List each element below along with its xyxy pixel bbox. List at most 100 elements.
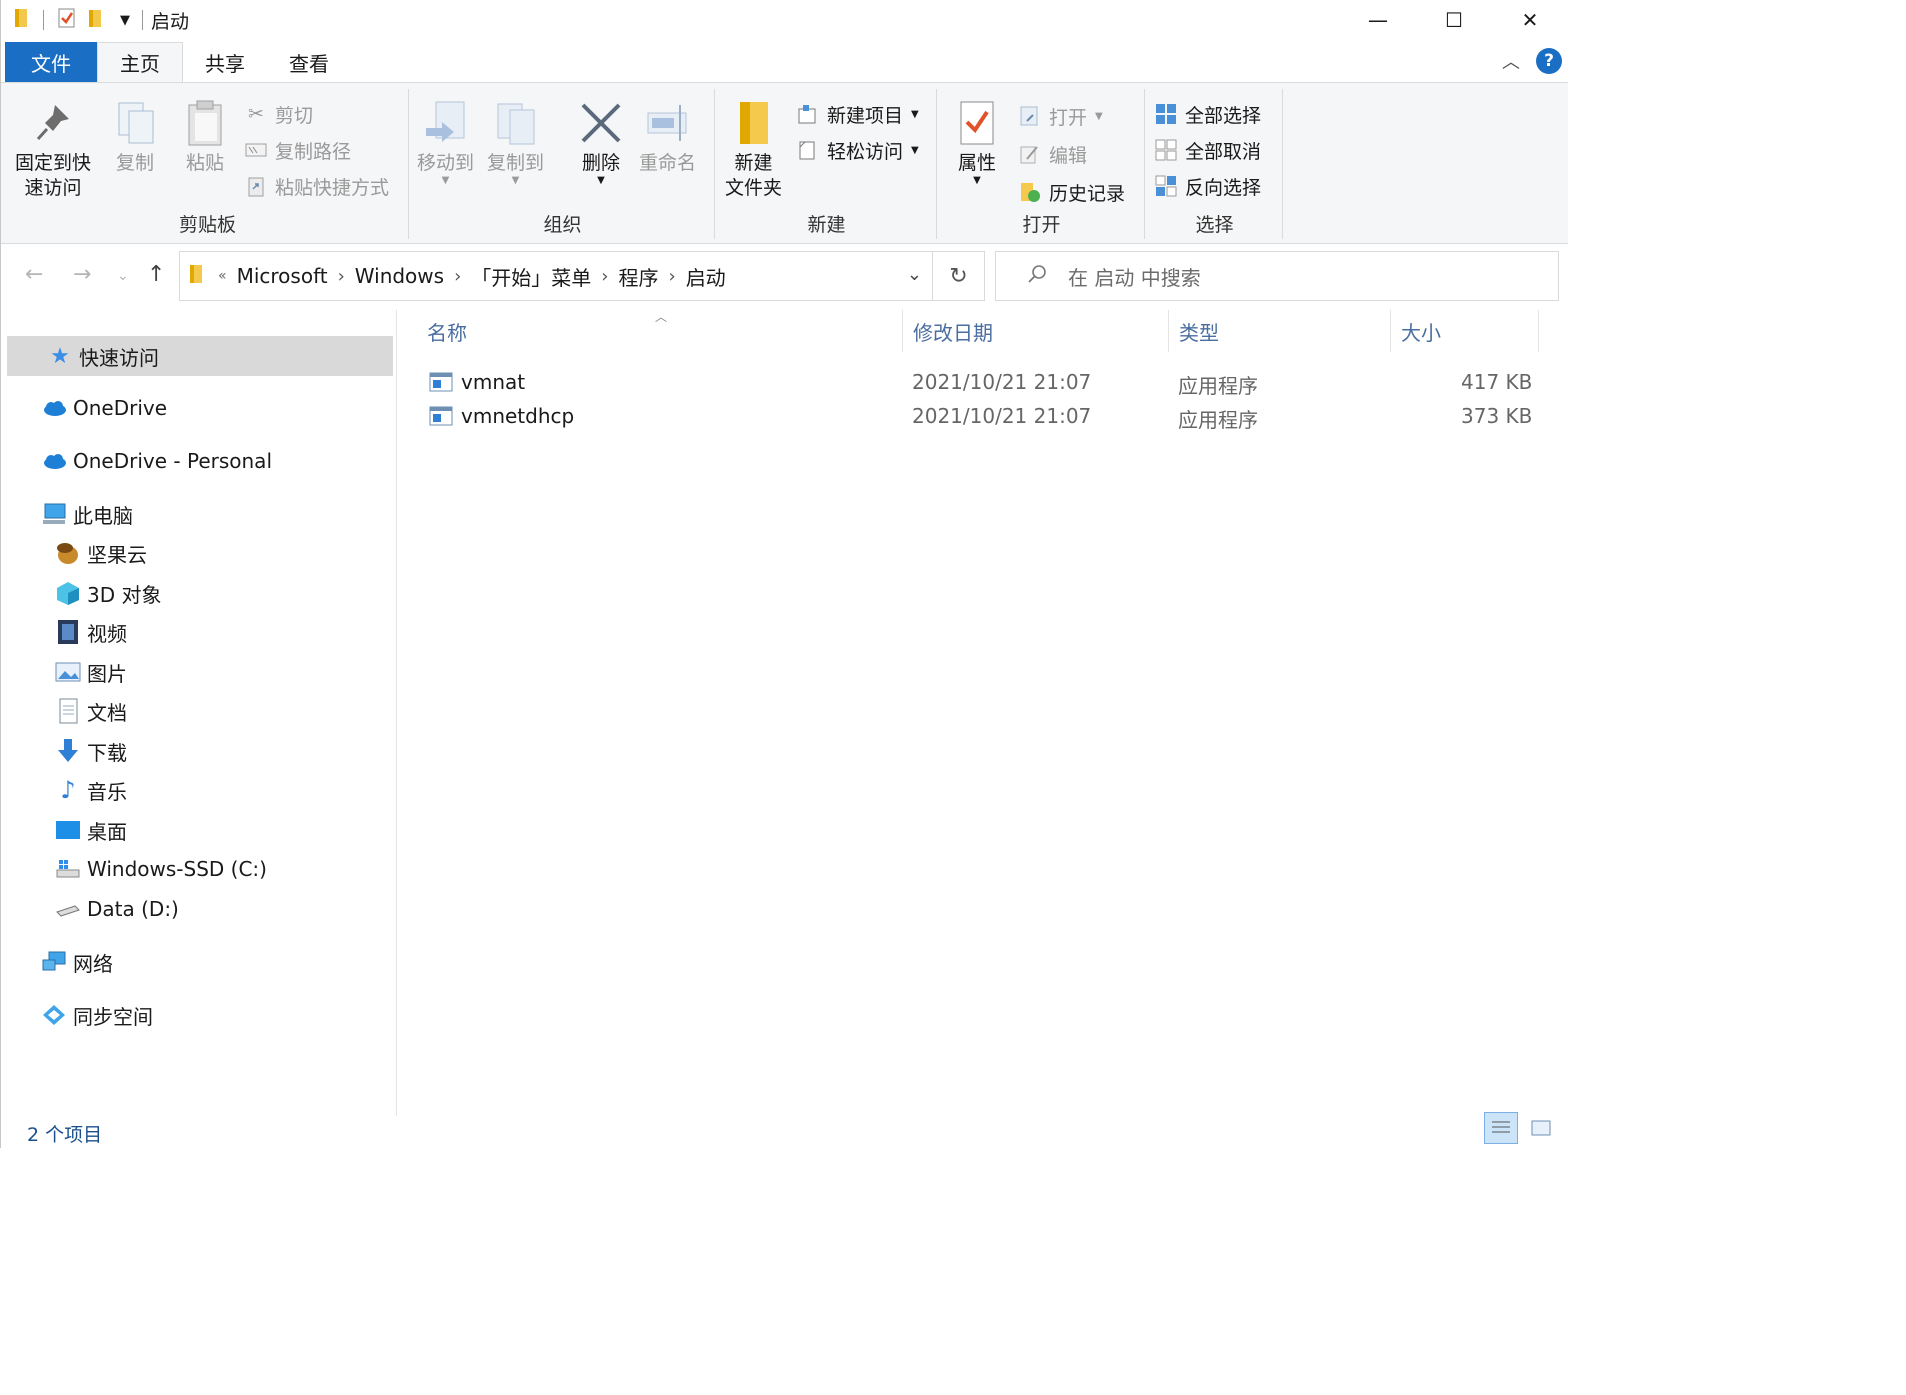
nav-item-3d-objects[interactable]: 3D 对象: [55, 573, 161, 613]
breadcrumb-chevron-icon[interactable]: ›: [601, 266, 608, 287]
tab-share[interactable]: 共享: [183, 42, 267, 82]
open-label: 打开: [1049, 106, 1088, 129]
new-item-icon: [797, 103, 819, 125]
document-icon: [55, 698, 81, 724]
nav-item-drive-c[interactable]: Windows-SSD (C:): [55, 849, 267, 889]
breadcrumb-overflow[interactable]: «: [218, 268, 227, 284]
nav-item-pictures[interactable]: 图片: [55, 652, 127, 692]
nav-item-documents[interactable]: 文档: [55, 691, 127, 731]
nav-label: 同步空间: [73, 1004, 153, 1029]
move-to-button[interactable]: 移动到 ▼: [417, 97, 474, 186]
paste-button[interactable]: 粘贴: [181, 97, 229, 176]
invert-selection-label: 反向选择: [1185, 176, 1262, 199]
nav-item-onedrive-personal[interactable]: OneDrive - Personal: [41, 441, 272, 481]
file-row[interactable]: vmnat 2021/10/21 21:07 应用程序 417 KB: [399, 366, 1539, 400]
collapse-ribbon-icon[interactable]: ︿: [1502, 48, 1520, 74]
help-icon[interactable]: ?: [1536, 48, 1562, 74]
breadcrumb-chevron-icon[interactable]: ›: [668, 266, 675, 287]
open-button[interactable]: 打开 ▼: [1019, 101, 1103, 131]
move-to-icon: [422, 97, 470, 149]
breadcrumb-windows[interactable]: Windows: [355, 264, 444, 288]
copy-to-button[interactable]: 复制到 ▼: [487, 97, 544, 186]
nav-item-desktop[interactable]: 桌面: [55, 810, 127, 850]
nav-label: OneDrive: [73, 396, 168, 420]
desktop-icon: [55, 817, 81, 843]
back-arrow-icon[interactable]: ←: [25, 262, 43, 287]
copy-path-button[interactable]: 复制路径: [245, 135, 351, 165]
search-placeholder: 在 启动 中搜索: [1068, 265, 1201, 290]
view-toggle: [1484, 1112, 1558, 1144]
file-type: 应用程序: [1178, 408, 1258, 432]
nav-item-nutstore[interactable]: 坚果云: [55, 533, 147, 573]
new-folder-qa-icon[interactable]: [86, 7, 106, 33]
column-header-type[interactable]: 类型: [1169, 310, 1391, 352]
column-header-date[interactable]: 修改日期: [903, 310, 1169, 352]
tab-file[interactable]: 文件: [5, 42, 97, 82]
cloud-icon: [41, 448, 67, 474]
breadcrumb-chevron-icon[interactable]: ›: [338, 266, 345, 287]
refresh-icon[interactable]: ↻: [933, 251, 985, 301]
copy-button[interactable]: 复制: [111, 97, 159, 176]
tab-home[interactable]: 主页: [97, 42, 183, 82]
minimize-button[interactable]: —: [1340, 0, 1416, 40]
easy-access-button[interactable]: 轻松访问 ▼: [797, 135, 919, 165]
pin-quick-access-button[interactable]: 固定到快 速访问: [15, 97, 91, 201]
network-icon: [41, 949, 67, 975]
tab-view[interactable]: 查看: [267, 42, 351, 82]
invert-selection-button[interactable]: 反向选择: [1155, 171, 1261, 201]
paste-shortcut-button[interactable]: 粘贴快捷方式: [245, 171, 389, 201]
edit-button[interactable]: 编辑: [1019, 139, 1087, 169]
new-folder-label-line1: 新建: [734, 152, 773, 174]
breadcrumb-startup[interactable]: 启动: [686, 262, 726, 291]
properties-qa-icon[interactable]: [56, 7, 78, 33]
details-view-icon[interactable]: [1484, 1112, 1518, 1144]
maximize-button[interactable]: ☐: [1416, 0, 1492, 40]
drive-icon: [55, 896, 81, 922]
select-none-button[interactable]: 全部取消: [1155, 135, 1261, 165]
cut-button[interactable]: ✂ 剪切: [245, 99, 313, 129]
new-group: 新建 文件夹 新建项目 ▼ 轻松访问 ▼ 新建: [717, 89, 937, 239]
star-icon: ★: [50, 343, 70, 369]
address-dropdown-icon[interactable]: ⌄: [907, 264, 922, 285]
nav-label: 视频: [87, 621, 127, 646]
open-group: 属性 ▼ 打开 ▼ 编辑 历史记录 打开: [939, 89, 1145, 239]
forward-arrow-icon[interactable]: →: [73, 262, 91, 287]
nav-item-drive-d[interactable]: Data (D:): [55, 889, 179, 929]
nav-label: 下载: [87, 740, 127, 765]
nav-item-music[interactable]: ♪ 音乐: [55, 770, 127, 810]
organize-group: 移动到 ▼ 复制到 ▼ 删除 ▼ 重命名 组织: [411, 89, 715, 239]
new-folder-button[interactable]: 新建 文件夹: [725, 97, 782, 201]
up-arrow-icon[interactable]: ↑: [147, 262, 165, 287]
select-all-button[interactable]: 全部选择: [1155, 99, 1261, 129]
properties-label: 属性: [957, 152, 996, 174]
rename-button[interactable]: 重命名: [639, 97, 696, 176]
properties-button[interactable]: 属性 ▼: [953, 97, 1001, 186]
nav-item-this-pc[interactable]: 此电脑: [41, 494, 133, 534]
easy-access-icon: [797, 139, 819, 161]
nav-item-onedrive[interactable]: OneDrive: [41, 388, 167, 428]
address-bar[interactable]: « Microsoft › Windows › 「开始」菜单 › 程序 › 启动…: [179, 251, 933, 301]
breadcrumb-microsoft[interactable]: Microsoft: [237, 264, 328, 288]
file-row[interactable]: vmnetdhcp 2021/10/21 21:07 应用程序 373 KB: [399, 400, 1539, 434]
recent-locations-chevron-icon[interactable]: ⌄: [117, 268, 129, 284]
delete-button[interactable]: 删除 ▼: [577, 97, 625, 186]
nav-item-videos[interactable]: 视频: [55, 612, 127, 652]
customize-qa-dropdown-icon[interactable]: ▼: [120, 13, 130, 28]
column-header-size[interactable]: 大小: [1391, 310, 1539, 352]
breadcrumb-start-menu[interactable]: 「开始」菜单: [471, 262, 591, 291]
new-item-button[interactable]: 新建项目 ▼: [797, 99, 919, 129]
history-button[interactable]: 历史记录: [1019, 177, 1125, 207]
nav-item-quick-access[interactable]: ★ 快速访问: [7, 336, 393, 376]
search-box[interactable]: 在 启动 中搜索: [995, 251, 1559, 301]
nav-item-network[interactable]: 网络: [41, 942, 113, 982]
large-icons-view-icon[interactable]: [1524, 1112, 1558, 1144]
nav-item-downloads[interactable]: 下载: [55, 731, 127, 771]
edit-label: 编辑: [1049, 144, 1088, 167]
nav-item-sync-space[interactable]: 同步空间: [41, 995, 153, 1035]
column-header-name[interactable]: 名称: [417, 310, 903, 352]
clipboard-group: 固定到快 速访问 复制 粘贴 ✂ 剪切 复制路径 粘贴快捷方式 剪贴板: [7, 89, 409, 239]
close-button[interactable]: ✕: [1492, 0, 1568, 40]
breadcrumb-chevron-icon[interactable]: ›: [454, 266, 461, 287]
nav-label: 桌面: [87, 819, 127, 844]
breadcrumb-programs[interactable]: 程序: [618, 262, 658, 291]
